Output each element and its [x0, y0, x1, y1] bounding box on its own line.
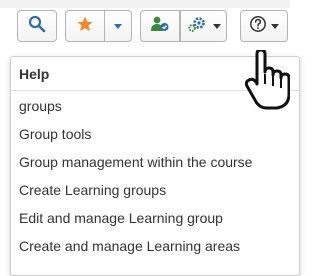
menu-item-group-tools[interactable]: Group tools [19, 126, 91, 142]
menu-item-edit-manage-learning-group[interactable]: Edit and manage Learning group [19, 210, 223, 226]
tools-button[interactable] [180, 10, 227, 42]
hand-pointer-cursor [244, 48, 291, 115]
menu-header: Help [19, 66, 50, 82]
search-button[interactable] [17, 10, 57, 42]
star-icon [76, 15, 94, 38]
group-button[interactable] [140, 10, 180, 42]
help-button[interactable] [240, 10, 288, 42]
search-icon [28, 15, 46, 38]
bookmark-dropdown-toggle[interactable] [105, 10, 132, 42]
gears-icon [187, 15, 207, 38]
menu-item-create-manage-learning-areas[interactable]: Create and manage Learning areas [19, 238, 240, 254]
user-group-icon [150, 15, 170, 38]
toolbar [0, 0, 290, 56]
menu-item-groups[interactable]: groups [19, 98, 62, 114]
question-circle-icon [249, 15, 267, 38]
menu-item-group-management[interactable]: Group management within the course [19, 154, 252, 170]
chevron-down-icon [212, 23, 221, 29]
menu-item-create-learning-groups[interactable]: Create Learning groups [19, 182, 166, 198]
chevron-down-icon [114, 23, 122, 29]
bookmark-button[interactable] [65, 10, 105, 42]
chevron-down-icon [271, 23, 279, 29]
